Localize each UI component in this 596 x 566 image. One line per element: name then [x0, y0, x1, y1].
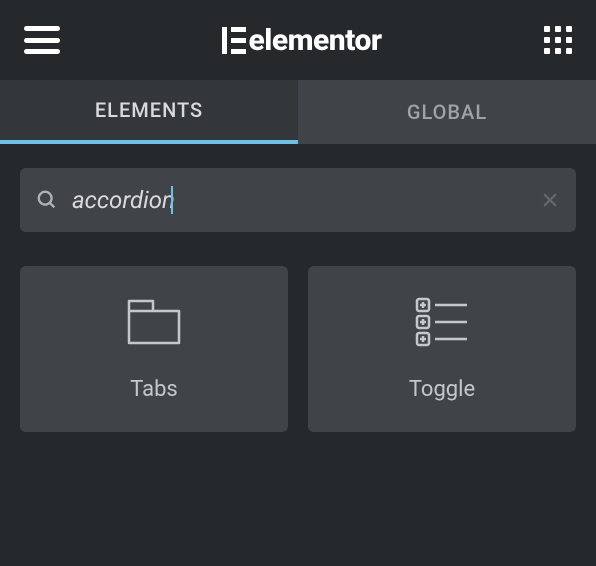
toggle-icon	[415, 297, 469, 347]
elementor-mark-icon	[222, 27, 246, 54]
panel-content: accordion Tabs	[0, 144, 596, 456]
tabs-icon	[127, 297, 181, 347]
search-input[interactable]: accordion	[72, 186, 526, 214]
tab-elements[interactable]: ELEMENTS	[0, 80, 298, 144]
tab-global[interactable]: GLOBAL	[298, 80, 596, 144]
tab-elements-label: ELEMENTS	[95, 98, 203, 122]
clear-icon[interactable]	[540, 190, 560, 210]
widget-list: Tabs Toggle	[20, 266, 576, 432]
search-bar: accordion	[20, 168, 576, 232]
panel-tabs: ELEMENTS GLOBAL	[0, 80, 596, 144]
widget-toggle[interactable]: Toggle	[308, 266, 576, 432]
menu-icon[interactable]	[24, 26, 60, 54]
text-cursor	[171, 186, 173, 214]
search-icon	[36, 189, 58, 211]
apps-icon[interactable]	[544, 26, 572, 54]
brand-text: elementor	[248, 23, 381, 58]
widget-tabs-label: Tabs	[130, 377, 178, 402]
tab-global-label: GLOBAL	[407, 100, 487, 124]
widget-tabs[interactable]: Tabs	[20, 266, 288, 432]
widget-toggle-label: Toggle	[409, 377, 475, 402]
search-value: accordion	[72, 186, 175, 214]
panel-header: elementor	[0, 0, 596, 80]
brand-logo: elementor	[222, 23, 381, 58]
